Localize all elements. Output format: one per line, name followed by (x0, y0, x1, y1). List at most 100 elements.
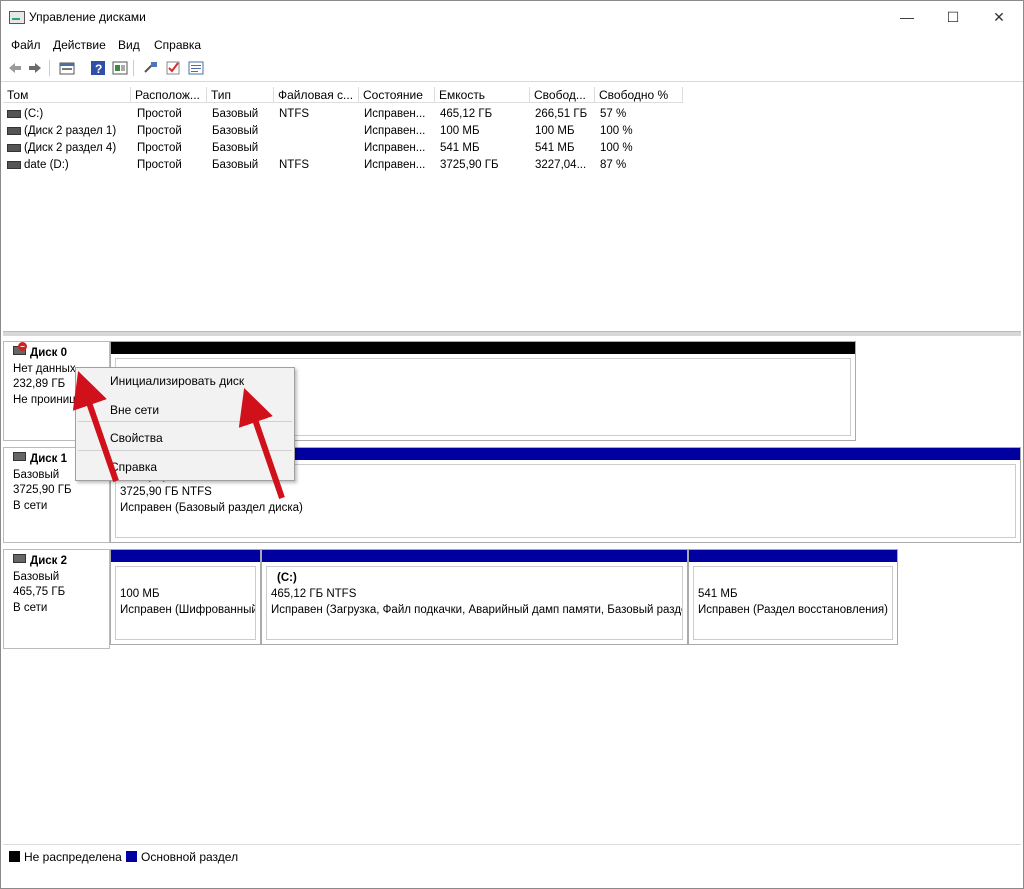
disk1-status: В сети (13, 499, 48, 512)
minimize-button[interactable]: — (884, 1, 930, 33)
menu-bar: Файл Действие Вид Справка (1, 35, 1023, 55)
menu-help[interactable]: Справка (154, 38, 201, 52)
cell-layout: Простой (137, 108, 182, 120)
close-button[interactable]: ✕ (976, 1, 1022, 33)
volume-name: (C:) (7, 106, 43, 123)
partition-size: 541 МБ (698, 588, 738, 600)
col-header-type[interactable]: Тип (207, 87, 274, 103)
disk-error-icon: − (13, 342, 27, 355)
partition-size: 465,12 ГБ NTFS (271, 588, 357, 600)
disk-list-icon[interactable] (59, 60, 75, 76)
window-title: Управление дисками (29, 10, 146, 24)
col-header-filesystem[interactable]: Файловая с... (274, 87, 359, 103)
maximize-button[interactable]: ☐ (930, 1, 976, 33)
disk0-name: Диск 0 (30, 347, 68, 359)
cell-free: 266,51 ГБ (535, 108, 588, 120)
disk1-size: 3725,90 ГБ (13, 484, 72, 496)
menu-item-help[interactable]: Справка (110, 460, 157, 474)
disk2-name: Диск 2 (30, 555, 68, 567)
cell-capacity: 100 МБ (440, 125, 480, 137)
cell-layout: Простой (137, 159, 182, 171)
toolbar-separator (49, 60, 50, 76)
col-header-capacity[interactable]: Емкость (435, 87, 530, 103)
cell-status: Исправен... (364, 142, 426, 154)
menu-view[interactable]: Вид (118, 38, 140, 52)
cell-layout: Простой (137, 125, 182, 137)
table-row[interactable]: date (D:) Простой Базовый NTFS Исправен.… (3, 157, 1021, 174)
legend-primary-label: Основной раздел (141, 850, 239, 864)
col-header-free-percent[interactable]: Свободно % (595, 87, 683, 103)
disk-icon (7, 143, 21, 152)
disk2-partition-1-body: 100 МБ Исправен (Шифрованный (115, 566, 256, 640)
volume-list: Том Располож... Тип Файловая с... Состоя… (3, 87, 1021, 331)
table-row[interactable]: (Диск 2 раздел 1) Простой Базовый Исправ… (3, 123, 1021, 140)
col-header-status[interactable]: Состояние (359, 87, 435, 103)
menu-item-offline[interactable]: Вне сети (110, 403, 159, 417)
disk2-partition-c[interactable]: (C:) 465,12 ГБ NTFS Исправен (Загрузка, … (261, 549, 688, 645)
primary-band (111, 550, 260, 562)
cell-layout: Простой (137, 142, 182, 154)
unallocated-band (111, 342, 855, 354)
primary-band (689, 550, 897, 562)
disk2-partition-1[interactable]: 100 МБ Исправен (Шифрованный (110, 549, 261, 645)
cell-capacity: 3725,90 ГБ (440, 159, 499, 171)
disk-icon (7, 109, 21, 118)
cell-capacity: 541 МБ (440, 142, 480, 154)
cell-free-percent: 87 % (600, 159, 627, 171)
partition-size: 100 МБ (120, 588, 160, 600)
partition-status: Исправен (Загрузка, Файл подкачки, Авари… (271, 604, 683, 616)
partition-size: 3725,90 ГБ NTFS (120, 486, 212, 498)
col-header-layout[interactable]: Располож... (131, 87, 207, 103)
cell-free: 541 МБ (535, 142, 575, 154)
primary-band (262, 550, 687, 562)
legend-unallocated-label: Не распределена (24, 850, 122, 864)
partition-status: Исправен (Раздел восстановления) (698, 604, 888, 616)
menu-action[interactable]: Действие (53, 38, 106, 52)
cell-free-percent: 100 % (600, 125, 633, 137)
disk2-partition-c-body: (C:) 465,12 ГБ NTFS Исправен (Загрузка, … (266, 566, 683, 640)
menu-item-properties[interactable]: Свойства (110, 431, 163, 445)
disk2-partition-4[interactable]: 541 МБ Исправен (Раздел восстановления) (688, 549, 898, 645)
cell-free: 100 МБ (535, 125, 575, 137)
disk-icon (13, 554, 26, 563)
cell-filesystem: NTFS (279, 159, 310, 171)
back-icon[interactable] (7, 60, 23, 76)
menu-file[interactable]: Файл (11, 38, 41, 52)
connect-icon[interactable] (143, 60, 159, 76)
table-row[interactable]: (C:) Простой Базовый NTFS Исправен... 46… (3, 106, 1021, 123)
cell-free-percent: 100 % (600, 142, 633, 154)
disk2-status: В сети (13, 601, 48, 614)
svg-text:?: ? (95, 62, 102, 76)
cell-free-percent: 57 % (600, 108, 627, 120)
table-row[interactable]: (Диск 2 раздел 4) Простой Базовый Исправ… (3, 140, 1021, 157)
context-menu: Инициализировать диск Вне сети Свойства … (75, 367, 295, 481)
disk-management-window: Управление дисками — ☐ ✕ Файл Действие В… (0, 0, 1024, 889)
menu-separator (78, 450, 292, 451)
cell-filesystem: NTFS (279, 108, 310, 120)
pane-splitter[interactable] (3, 331, 1021, 336)
cell-type: Базовый (212, 159, 259, 171)
cell-status: Исправен... (364, 108, 426, 120)
partition-status: Исправен (Шифрованный (120, 604, 256, 616)
disk2-type: Базовый (13, 570, 60, 583)
disk2-partition-4-body: 541 МБ Исправен (Раздел восстановления) (693, 566, 893, 640)
disk1-name: Диск 1 (30, 453, 68, 465)
title-bar: Управление дисками — ☐ ✕ (1, 1, 1023, 33)
forward-icon[interactable] (27, 60, 43, 76)
cell-type: Базовый (212, 125, 259, 137)
cell-free: 3227,04... (535, 159, 587, 171)
list-icon[interactable] (188, 60, 204, 76)
check-icon[interactable] (165, 60, 181, 76)
menu-item-initialize-disk[interactable]: Инициализировать диск (110, 374, 244, 388)
cell-type: Базовый (212, 142, 259, 154)
disk2-label[interactable]: Диск 2 Базовый 465,75 ГБ В сети (3, 549, 110, 649)
disk-icon (13, 452, 26, 461)
volume-name: (Диск 2 раздел 1) (7, 123, 116, 140)
disk-icon (7, 126, 21, 135)
menu-separator (78, 421, 292, 422)
volume-name: date (D:) (7, 157, 69, 174)
col-header-volume[interactable]: Том (3, 87, 131, 103)
col-header-free[interactable]: Свобод... (530, 87, 595, 103)
properties-icon[interactable] (112, 60, 128, 76)
help-icon[interactable]: ? (90, 60, 106, 76)
